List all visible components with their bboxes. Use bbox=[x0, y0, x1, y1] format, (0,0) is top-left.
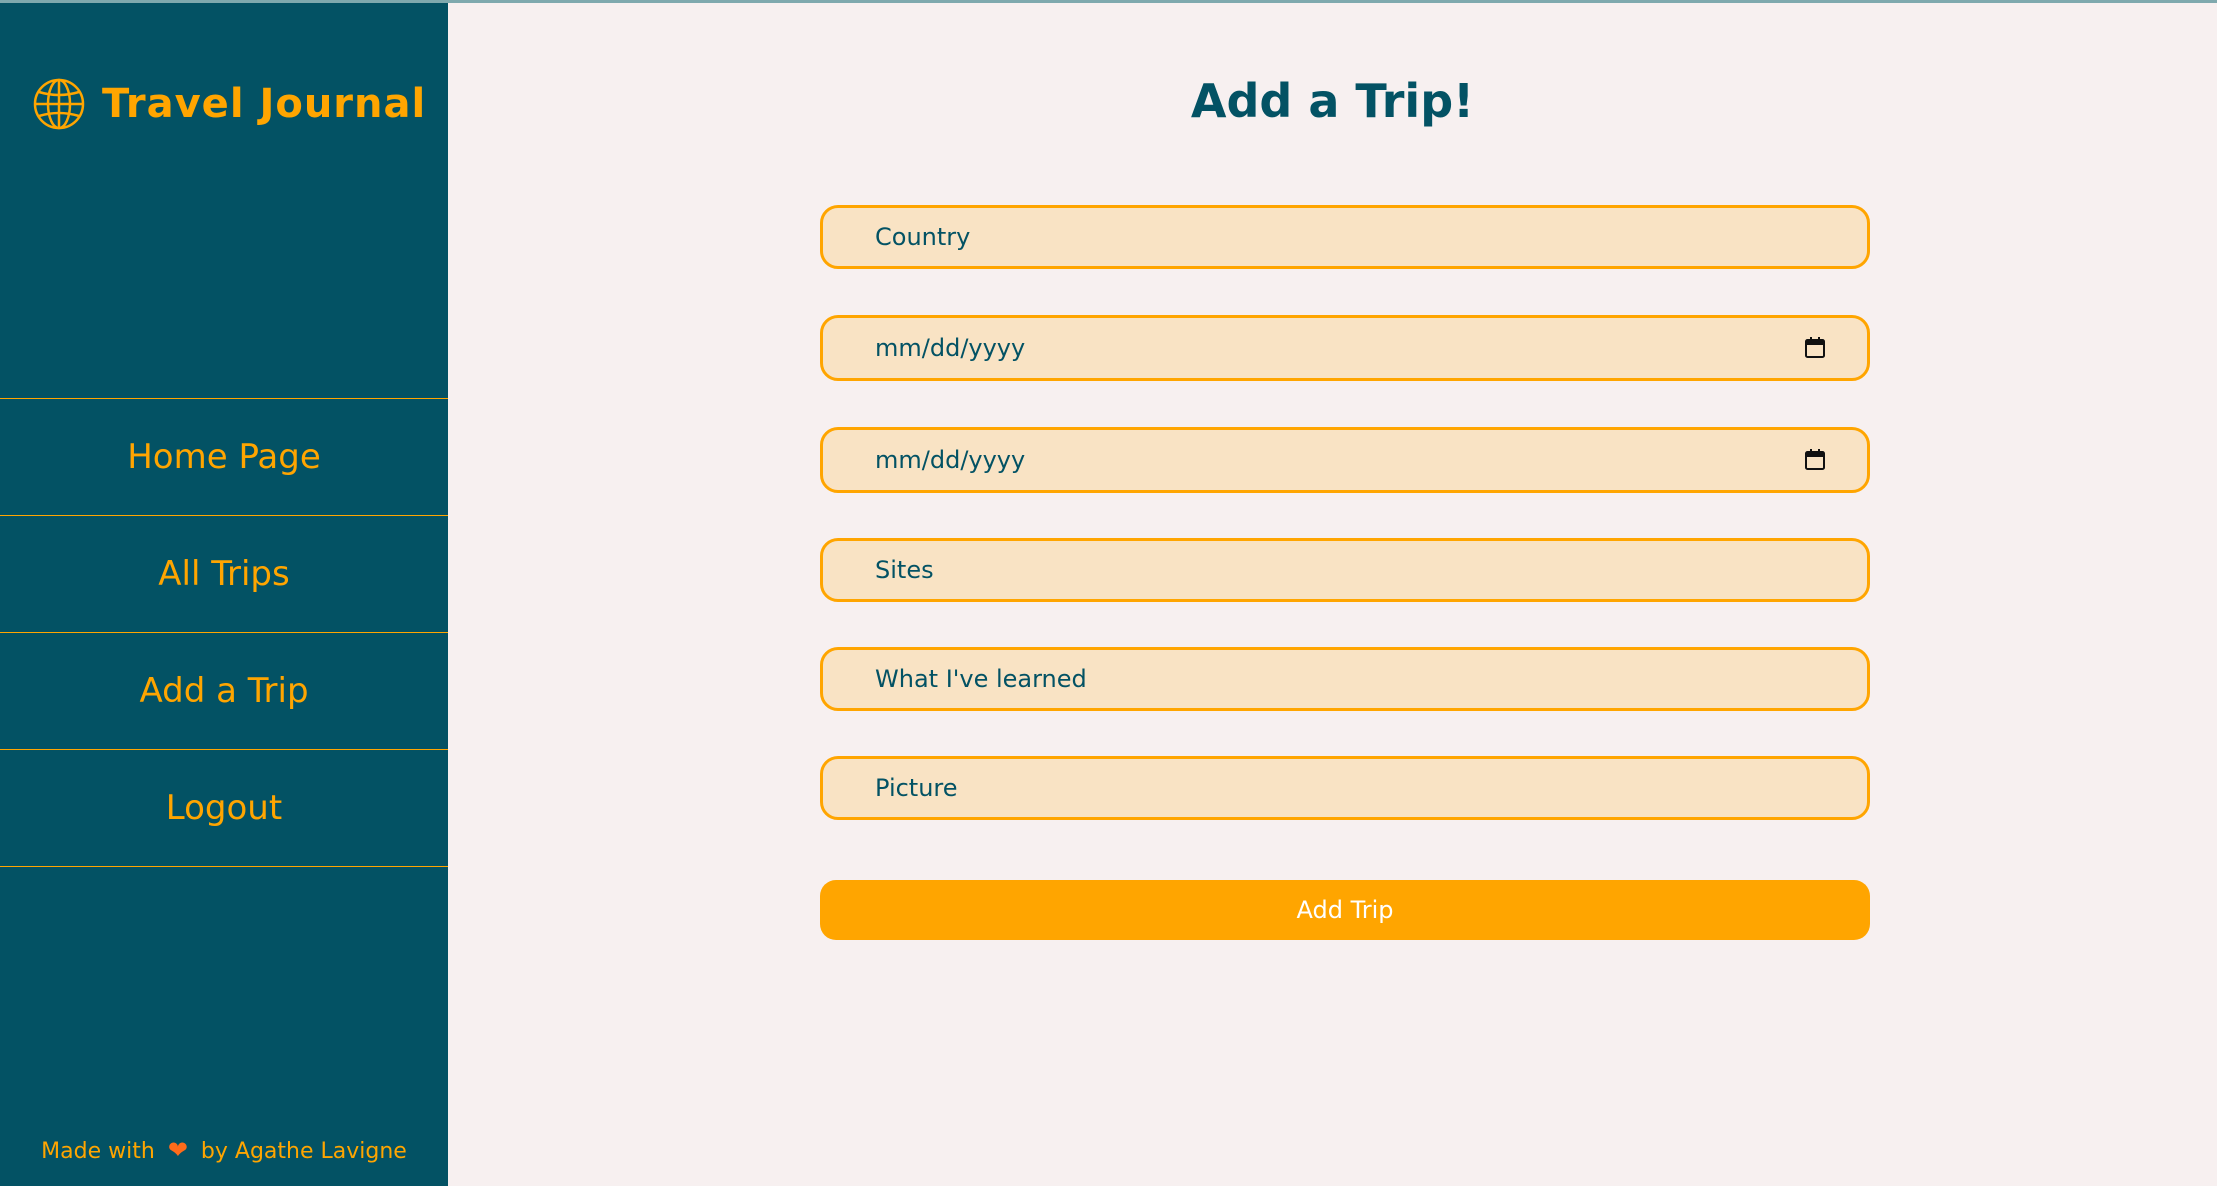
country-placeholder: Country bbox=[875, 223, 971, 251]
sidebar-nav: Home Page All Trips Add a Trip Logout bbox=[0, 398, 448, 867]
sidebar-item-logout[interactable]: Logout bbox=[0, 750, 448, 867]
calendar-icon[interactable] bbox=[1803, 336, 1827, 360]
sites-input[interactable]: Sites bbox=[820, 538, 1870, 602]
app-title: Travel Journal bbox=[102, 81, 427, 127]
end-date-placeholder: mm/dd/yyyy bbox=[875, 446, 1026, 474]
picture-placeholder: Picture bbox=[875, 774, 958, 802]
brand[interactable]: Travel Journal bbox=[32, 74, 426, 134]
footer-credit: Made with ❤ by Agathe Lavigne bbox=[0, 1136, 448, 1164]
footer-prefix: Made with bbox=[41, 1139, 155, 1164]
sidebar-item-add-a-trip[interactable]: Add a Trip bbox=[0, 633, 448, 750]
learned-input[interactable]: What I've learned bbox=[820, 647, 1870, 711]
end-date-input[interactable]: mm/dd/yyyy bbox=[820, 427, 1870, 493]
start-date-placeholder: mm/dd/yyyy bbox=[875, 334, 1026, 362]
sites-placeholder: Sites bbox=[875, 556, 934, 584]
top-border bbox=[0, 0, 2217, 3]
sidebar-item-home-page[interactable]: Home Page bbox=[0, 399, 448, 516]
footer-suffix: by Agathe Lavigne bbox=[200, 1139, 407, 1164]
sidebar-item-all-trips[interactable]: All Trips bbox=[0, 516, 448, 633]
sidebar: Travel Journal Home Page All Trips Add a… bbox=[0, 0, 448, 1186]
calendar-icon[interactable] bbox=[1803, 448, 1827, 472]
learned-placeholder: What I've learned bbox=[875, 665, 1087, 693]
add-trip-button[interactable]: Add Trip bbox=[820, 880, 1870, 940]
globe-icon bbox=[32, 77, 86, 131]
start-date-input[interactable]: mm/dd/yyyy bbox=[820, 315, 1870, 381]
main-content: Add a Trip! Country mm/dd/yyyy mm/dd/yyy… bbox=[448, 0, 2217, 1186]
picture-input[interactable]: Picture bbox=[820, 756, 1870, 820]
heart-icon: ❤ bbox=[167, 1136, 188, 1164]
page-title: Add a Trip! bbox=[1190, 74, 1475, 128]
country-input[interactable]: Country bbox=[820, 205, 1870, 269]
